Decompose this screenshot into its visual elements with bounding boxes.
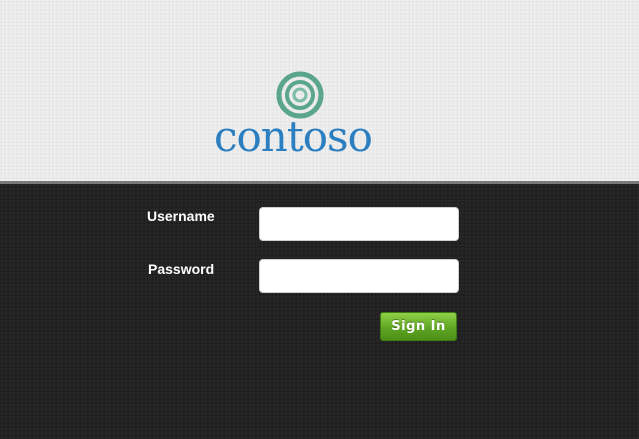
username-input[interactable] (259, 207, 459, 241)
username-label: Username (147, 208, 215, 224)
brand-logo-text: contoso (214, 112, 373, 161)
password-label: Password (148, 261, 215, 277)
sign-in-button[interactable]: Sign In (380, 312, 457, 341)
password-input[interactable] (259, 259, 459, 293)
header-banner: contoso (0, 0, 639, 181)
login-page: contoso Username Password Sign In (0, 0, 639, 439)
